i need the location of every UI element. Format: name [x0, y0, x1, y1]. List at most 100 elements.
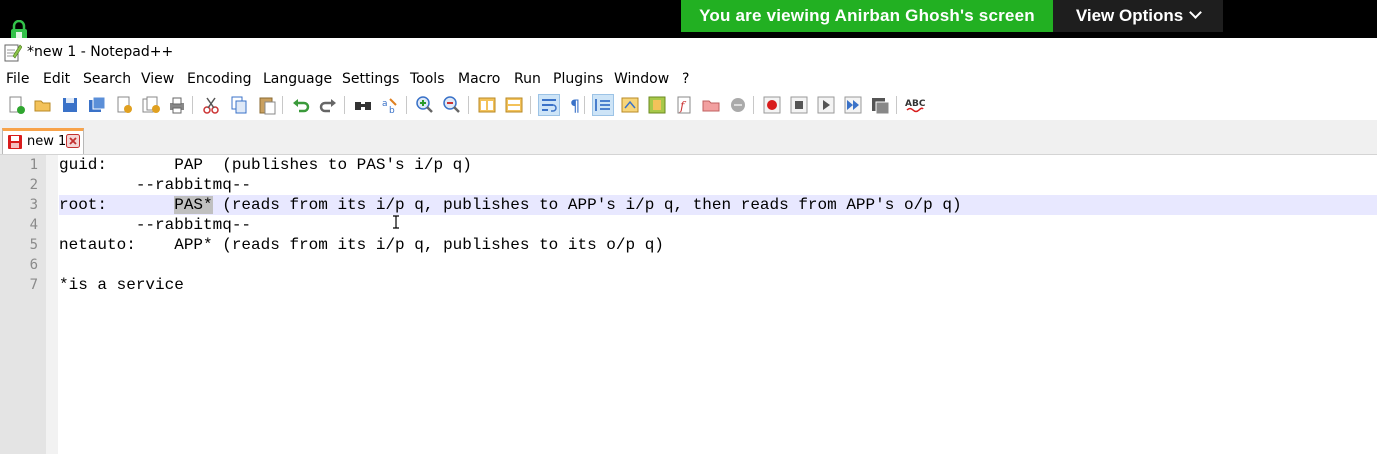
menu-edit[interactable]: Edit — [43, 71, 70, 87]
line-number: 3 — [29, 197, 38, 213]
doc-map-button[interactable] — [647, 95, 667, 115]
word-wrap-button[interactable] — [538, 94, 560, 116]
code-text: root: — [59, 196, 175, 214]
close-all-button[interactable] — [141, 95, 161, 115]
redo-button[interactable] — [318, 95, 338, 115]
view-options-button[interactable]: View Options — [1053, 0, 1223, 32]
zoom-out-button[interactable] — [442, 95, 462, 115]
code-line[interactable]: *is a service — [59, 275, 1377, 295]
save-icon — [63, 98, 77, 112]
indent-guide-button[interactable] — [592, 94, 614, 116]
title-bar: *new 1 - Notepad++ — [0, 38, 1377, 68]
toolbar: a b ¶ f ABC — [0, 92, 1377, 120]
spell-check-icon: ABC — [905, 99, 925, 113]
menu-language[interactable]: Language — [263, 71, 332, 87]
menu-settings[interactable]: Settings — [342, 71, 399, 87]
function-list-icon: f — [677, 96, 691, 114]
code-text: guid: PAP (publishes to PAS's i/p q) — [59, 156, 472, 174]
undo-button[interactable] — [291, 95, 311, 115]
svg-text:a: a — [382, 99, 388, 109]
record-macro-icon — [763, 96, 781, 114]
screen-share-banner: You are viewing Anirban Ghosh's screen V… — [0, 0, 1377, 38]
code-text: *is a service — [59, 276, 184, 294]
toolbar-separator — [468, 96, 469, 114]
code-text: --rabbitmq-- — [59, 176, 252, 194]
selected-text: PAS* — [174, 196, 213, 214]
folder-workspace-icon — [702, 100, 720, 112]
notepadpp-icon — [4, 44, 22, 62]
line-number: 1 — [29, 157, 38, 173]
code-text: --rabbitmq-- — [59, 216, 252, 234]
modified-file-icon — [8, 135, 22, 149]
show-all-chars-button[interactable]: ¶ — [566, 95, 586, 115]
toolbar-separator — [344, 96, 345, 114]
user-language-button[interactable] — [620, 95, 640, 115]
save-all-icon — [89, 96, 106, 112]
editor[interactable]: 1 guid: PAP (publishes to PAS's i/p q) 2 -… — [0, 155, 1377, 454]
zoom-in-button[interactable] — [415, 95, 435, 115]
function-list-button[interactable]: f — [674, 95, 694, 115]
menu-bar: File Edit Search View Encoding Language Settin… — [0, 68, 1377, 92]
tab-new-1[interactable]: new 1 — [2, 128, 84, 154]
close-icon — [117, 96, 132, 113]
svg-text:b: b — [389, 106, 395, 115]
replace-icon: ab — [382, 98, 397, 115]
find-icon — [355, 102, 371, 110]
menu-plugins[interactable]: Plugins — [553, 71, 603, 87]
open-file-button[interactable] — [33, 95, 53, 115]
sync-horizontal-button[interactable] — [504, 95, 524, 115]
menu-file[interactable]: File — [6, 71, 29, 87]
code-line[interactable]: guid: PAP (publishes to PAS's i/p q) — [59, 155, 1377, 175]
menu-help[interactable]: ? — [682, 71, 689, 87]
menu-window[interactable]: Window — [614, 71, 669, 87]
toolbar-separator — [192, 96, 193, 114]
code-line[interactable]: --rabbitmq-- — [59, 175, 1377, 195]
menu-view[interactable]: View — [141, 71, 174, 87]
copy-button[interactable] — [229, 95, 249, 115]
svg-text:¶: ¶ — [570, 96, 580, 115]
spell-check-button[interactable]: ABC — [905, 95, 925, 115]
menu-run[interactable]: Run — [514, 71, 541, 87]
monitoring-icon — [731, 98, 745, 112]
toolbar-separator — [282, 96, 283, 114]
save-all-button[interactable] — [87, 95, 107, 115]
print-button[interactable] — [167, 95, 187, 115]
run-macro-multiple-button[interactable] — [843, 95, 863, 115]
play-macro-icon — [817, 96, 835, 114]
cut-button[interactable] — [201, 95, 221, 115]
code-line[interactable]: netauto: APP* (reads from its i/p q, pub… — [59, 235, 1377, 255]
word-wrap-icon — [542, 99, 557, 112]
paste-button[interactable] — [257, 95, 277, 115]
toolbar-separator — [406, 96, 407, 114]
undo-icon — [293, 99, 310, 113]
replace-button[interactable]: ab — [380, 95, 400, 115]
new-file-button[interactable] — [6, 95, 26, 115]
play-macro-button[interactable] — [816, 95, 836, 115]
paste-icon — [259, 97, 276, 115]
sync-vertical-icon — [478, 97, 496, 113]
close-tab-icon[interactable] — [66, 134, 80, 148]
monitoring-button[interactable] — [728, 95, 748, 115]
menu-macro[interactable]: Macro — [458, 71, 500, 87]
code-line[interactable] — [59, 255, 1377, 275]
menu-tools[interactable]: Tools — [410, 71, 445, 87]
code-line[interactable]: --rabbitmq-- — [59, 215, 1377, 235]
code-text: (reads from its i/p q, publishes to APP'… — [212, 196, 962, 214]
save-macro-button[interactable] — [870, 95, 890, 115]
code-line[interactable]: root: PAS* (reads from its i/p q, publis… — [59, 195, 1377, 215]
find-button[interactable] — [353, 95, 373, 115]
sync-vertical-button[interactable] — [477, 95, 497, 115]
view-options-label: View Options — [1075, 6, 1184, 25]
menu-encoding[interactable]: Encoding — [187, 71, 252, 87]
print-icon — [170, 97, 184, 114]
new-file-icon — [9, 96, 25, 114]
save-macro-icon — [872, 98, 890, 115]
folder-workspace-button[interactable] — [701, 95, 721, 115]
cut-icon — [203, 97, 219, 114]
record-macro-button[interactable] — [762, 95, 782, 115]
close-button[interactable] — [114, 95, 134, 115]
stop-macro-button[interactable] — [789, 95, 809, 115]
menu-search[interactable]: Search — [83, 71, 131, 87]
save-button[interactable] — [60, 95, 80, 115]
tab-bar: new 1 — [0, 120, 1377, 155]
